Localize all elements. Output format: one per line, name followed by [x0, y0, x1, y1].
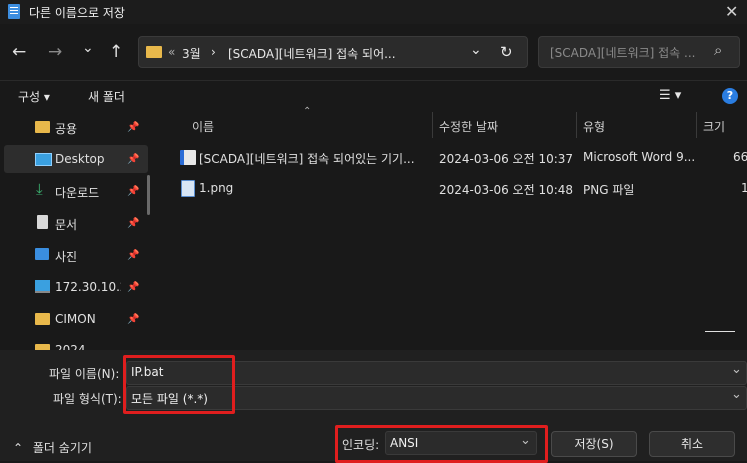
chevron-up-icon: ⌃ [13, 441, 24, 455]
organize-button[interactable]: 구성 ▾ [18, 88, 50, 105]
table-row[interactable]: [SCADA][네트워크] 접속 되어있는 기기... 2024-03-06 오… [160, 144, 747, 170]
new-folder-button[interactable]: 새 폴더 [88, 88, 125, 105]
pin-icon: 📌 [127, 122, 140, 133]
folder-icon [35, 313, 50, 325]
filetype-label: 파일 형식(T): [53, 392, 122, 406]
cancel-button[interactable]: 취소 [649, 431, 735, 457]
pin-icon: 📌 [127, 154, 140, 165]
sidebar-item-label: Desktop [55, 152, 105, 166]
chevron-down-icon[interactable]: ⌄ [731, 362, 742, 377]
recent-locations-button[interactable]: ⌄ [82, 40, 94, 56]
file-type: PNG 파일 [583, 183, 635, 197]
breadcrumb-item[interactable]: 3월 [182, 45, 201, 62]
column-divider[interactable] [576, 112, 577, 138]
up-button[interactable]: ↑ [109, 42, 123, 62]
encoding-label: 인코딩: [342, 438, 380, 452]
sidebar-item-label: 문서 [55, 218, 78, 232]
column-header-modified[interactable]: 수정한 날짜 [439, 118, 498, 144]
address-dropdown-button[interactable]: ⌄ [470, 42, 482, 58]
file-size: 66 [733, 150, 747, 164]
pictures-icon [35, 248, 49, 260]
refresh-button[interactable]: ↻ [500, 43, 513, 61]
pin-icon: 📌 [127, 282, 140, 293]
sidebar-scrollbar[interactable] [147, 175, 150, 215]
back-button[interactable]: ← [12, 42, 26, 62]
sidebar-item-2024[interactable]: 2024 [0, 336, 158, 350]
breadcrumb-overflow[interactable]: « [168, 45, 175, 59]
save-button[interactable]: 저장(S) [551, 431, 637, 457]
forward-button[interactable]: → [48, 42, 62, 62]
sidebar-item-label: 172.30.10.24 [55, 280, 121, 294]
pin-icon: 📌 [127, 186, 140, 197]
horizontal-scrollbar[interactable] [705, 331, 735, 332]
document-icon [37, 215, 48, 229]
help-button[interactable]: ? [722, 88, 738, 104]
chevron-down-icon[interactable]: ⌄ [520, 433, 531, 448]
search-placeholder: [SCADA][네트워크] 접속 ... [550, 46, 696, 60]
highlight-box [123, 355, 235, 414]
folder-icon [35, 121, 50, 133]
column-divider[interactable] [696, 112, 697, 138]
divider [0, 80, 747, 81]
file-modified: 2024-03-06 오전 10:37 [439, 152, 574, 166]
sidebar-item-label: CIMON [55, 312, 96, 326]
sidebar-item-label: 사진 [55, 250, 78, 264]
network-drive-icon [35, 280, 50, 293]
view-options-button[interactable]: ☰ ▾ [659, 88, 681, 103]
search-icon: ⌕ [714, 41, 723, 59]
file-size: 1 [741, 181, 747, 195]
file-name: [SCADA][네트워크] 접속 되어있는 기기... [199, 152, 415, 166]
folder-icon [146, 46, 162, 58]
close-button[interactable]: ✕ [725, 2, 738, 21]
column-header-size[interactable]: 크기 [703, 118, 725, 144]
sidebar-item-label: 공용 [55, 122, 78, 136]
file-modified: 2024-03-06 오전 10:48 [439, 183, 574, 197]
pin-icon: 📌 [127, 218, 140, 229]
table-row[interactable]: 1.png 2024-03-06 오전 10:48 PNG 파일 1 [160, 175, 747, 201]
breadcrumb-item[interactable]: [SCADA][네트워크] 접속 되어... [228, 45, 396, 62]
hide-folders-label: 폴더 숨기기 [32, 441, 92, 455]
filename-label: 파일 이름(N): [49, 367, 120, 381]
sort-indicator-icon: ⌃ [303, 106, 312, 117]
file-type: Microsoft Word 9... [583, 150, 696, 164]
pin-icon: 📌 [127, 250, 140, 261]
notepad-icon [8, 4, 20, 19]
chevron-down-icon[interactable]: ⌄ [731, 387, 742, 402]
pin-icon: 📌 [127, 314, 140, 325]
word-document-icon [180, 150, 196, 165]
column-header-name[interactable]: 이름 [192, 118, 214, 144]
image-file-icon [181, 180, 195, 197]
sidebar-item-label: 2024 [55, 343, 86, 350]
desktop-icon [35, 153, 52, 166]
file-name: 1.png [199, 181, 234, 195]
sidebar-item-label: 다운로드 [55, 186, 100, 200]
encoding-value: ANSI [390, 436, 419, 450]
window-title: 다른 이름으로 저장 [29, 6, 125, 20]
download-icon: ⤓ [36, 180, 43, 198]
breadcrumb-separator[interactable]: › [211, 45, 216, 59]
column-divider[interactable] [432, 112, 433, 138]
column-header-type[interactable]: 유형 [583, 118, 605, 144]
hide-folders-button[interactable]: ⌃ 폴더 숨기기 [13, 439, 92, 456]
